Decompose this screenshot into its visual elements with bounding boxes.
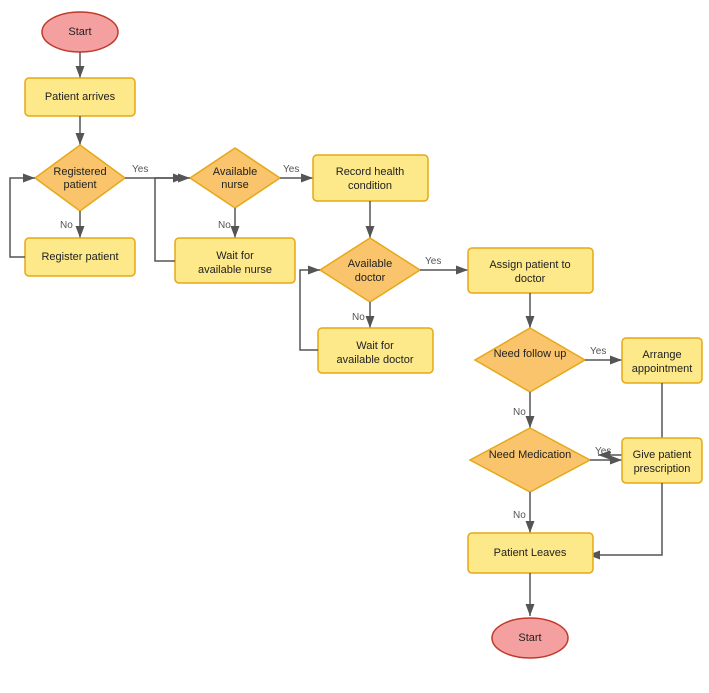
need-followup-node <box>475 328 585 392</box>
svg-text:Patient Leaves: Patient Leaves <box>494 547 567 559</box>
svg-text:appointment: appointment <box>632 363 693 375</box>
svg-text:prescription: prescription <box>634 463 691 475</box>
svg-text:available doctor: available doctor <box>336 354 413 366</box>
yes-label-assign: Yes <box>425 256 441 267</box>
start-label: Start <box>68 26 91 38</box>
svg-text:Arrange: Arrange <box>642 349 681 361</box>
record-health-node <box>313 155 428 201</box>
no-label-register: No <box>60 220 73 231</box>
svg-text:doctor: doctor <box>355 272 386 284</box>
svg-text:Need follow up: Need follow up <box>494 348 567 360</box>
svg-text:Give patient: Give patient <box>633 449 692 461</box>
register-patient-label: Register patient <box>41 251 118 263</box>
svg-text:doctor: doctor <box>515 273 546 285</box>
svg-text:Available: Available <box>348 258 392 270</box>
no-label-wait-nurse: No <box>218 220 231 231</box>
patient-arrives-label: Patient arrives <box>45 91 116 103</box>
svg-text:condition: condition <box>348 180 392 192</box>
no-label-medication: No <box>513 407 526 418</box>
svg-text:Wait for: Wait for <box>216 250 254 262</box>
yes-label-arrange: Yes <box>590 346 606 357</box>
svg-text:Assign patient to: Assign patient to <box>489 259 570 271</box>
no-label-leaves: No <box>513 510 526 521</box>
registered-patient-label: Registered <box>53 166 106 178</box>
svg-text:Wait for: Wait for <box>356 340 394 352</box>
svg-text:Need Medication: Need Medication <box>489 449 572 461</box>
svg-text:patient: patient <box>63 179 96 191</box>
available-doctor-node <box>320 238 420 302</box>
yes-label-prescription: Yes <box>595 446 611 457</box>
svg-text:Record health: Record health <box>336 166 405 178</box>
svg-text:nurse: nurse <box>221 179 249 191</box>
end-label: Start <box>518 632 541 644</box>
svg-text:Available: Available <box>213 166 257 178</box>
no-label-wait-doctor: No <box>352 312 365 323</box>
flowchart-diagram: Start Patient arrives Registered patient… <box>0 0 709 693</box>
svg-text:available nurse: available nurse <box>198 264 272 276</box>
yes-label-nurse: Yes <box>132 164 148 175</box>
yes-label-record: Yes <box>283 164 299 175</box>
